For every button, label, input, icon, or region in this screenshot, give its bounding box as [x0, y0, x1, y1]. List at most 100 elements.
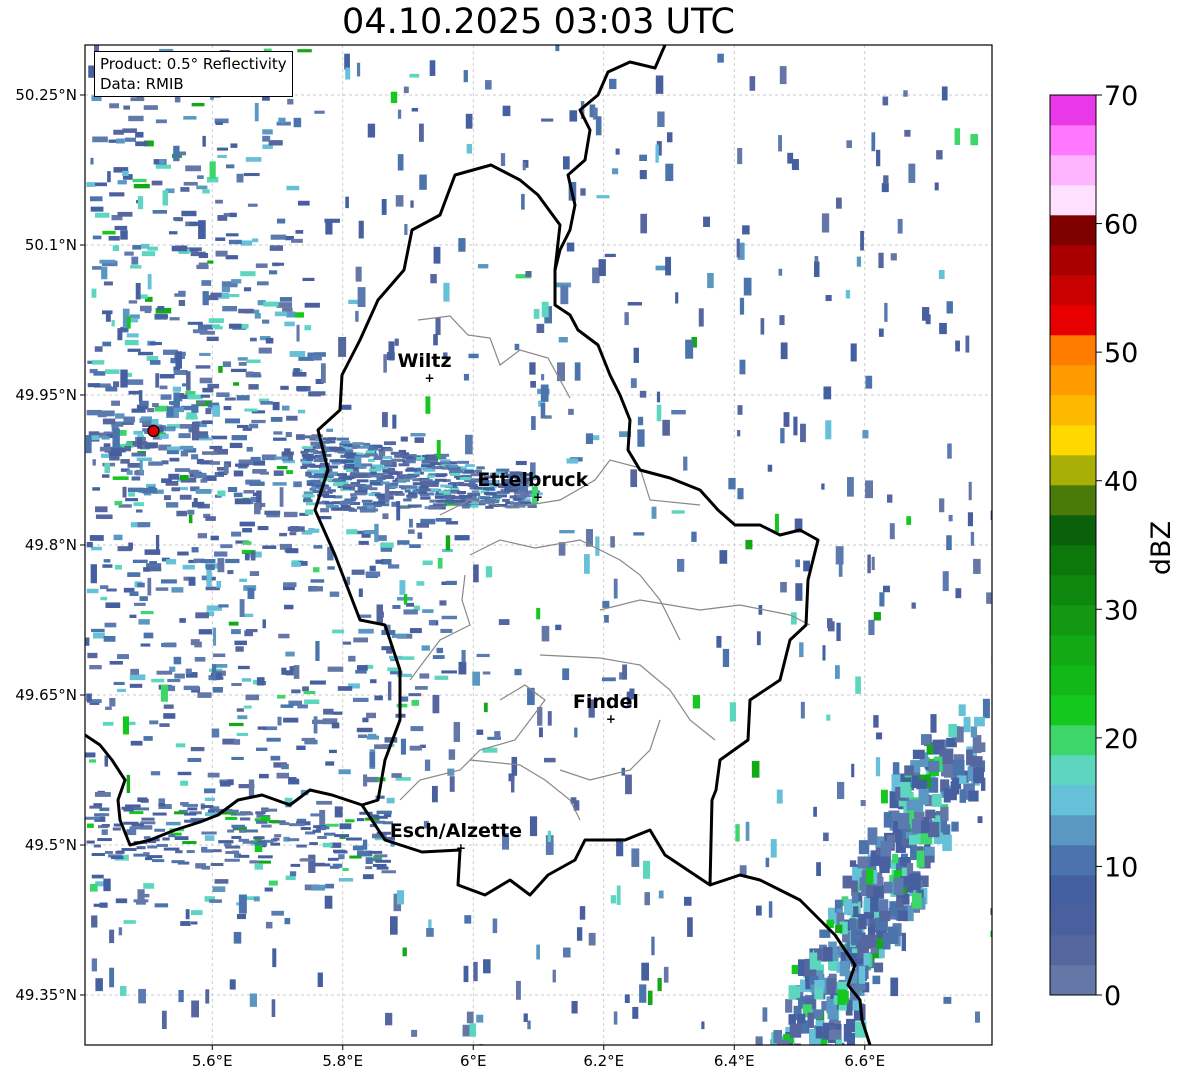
echo-cell: [136, 846, 146, 850]
echo-cell: [342, 641, 352, 645]
echo-cell: [388, 471, 400, 475]
echo-cell: [113, 381, 120, 388]
echo-cell: [409, 73, 420, 78]
echo-cell: [86, 840, 95, 844]
echo-cell: [118, 927, 123, 936]
echo-cell: [579, 906, 586, 920]
echo-cell: [183, 685, 200, 691]
echo-cell: [92, 266, 102, 270]
echo-cell: [283, 582, 297, 588]
echo-cell: [194, 641, 202, 648]
echo-cell: [911, 893, 922, 909]
echo-cell: [438, 490, 451, 494]
echo-cell: [351, 445, 361, 449]
echo-cell: [472, 671, 481, 686]
echo-cell: [762, 1007, 768, 1022]
echo-cell: [823, 947, 833, 962]
echo-cell: [174, 468, 190, 472]
echo-cell: [908, 163, 916, 183]
echo-cell: [458, 238, 466, 252]
echo-cell: [158, 802, 166, 807]
echo-cell: [651, 506, 657, 519]
echo-cell: [525, 271, 532, 278]
echo-cell: [138, 351, 154, 356]
echo-cell: [149, 360, 161, 365]
echo-cell: [477, 264, 489, 269]
echo-cell: [560, 285, 569, 305]
echo-cell: [233, 382, 240, 386]
echo-cell: [133, 183, 150, 189]
echo-cell: [756, 905, 762, 916]
echo-cell: [121, 847, 137, 851]
echo-cell: [502, 105, 511, 117]
echo-cell: [492, 495, 502, 499]
echo-cell: [261, 319, 270, 324]
echo-cell: [262, 619, 266, 629]
echo-cell: [300, 465, 308, 469]
echo-cell: [103, 635, 116, 642]
echo-cell: [143, 567, 151, 572]
echo-cell: [103, 281, 113, 286]
echo-cell: [141, 487, 158, 494]
y-tick-label: 49.8°N: [25, 536, 77, 554]
echo-cell: [381, 198, 387, 215]
echo-cell: [749, 76, 756, 91]
echo-cell: [795, 559, 801, 568]
echo-cell: [195, 365, 211, 369]
echo-cell: [141, 243, 150, 249]
echo-cell: [243, 705, 252, 709]
echo-cell: [143, 883, 155, 889]
echo-cell: [186, 371, 191, 391]
echo-cell: [216, 467, 225, 471]
echo-cell: [225, 164, 235, 169]
echo-cell: [656, 404, 662, 422]
echo-cell: [135, 282, 141, 300]
echo-cell: [737, 405, 743, 415]
echo-cell: [128, 115, 144, 122]
echo-cell: [189, 248, 199, 252]
echo-cell: [113, 681, 125, 686]
echo-cell: [416, 522, 430, 528]
echo-cell: [396, 703, 408, 708]
echo-cell: [151, 678, 165, 683]
echo-cell: [858, 966, 866, 984]
echo-cell: [601, 677, 616, 682]
echo-cell: [884, 302, 888, 322]
echo-cell: [187, 394, 203, 400]
echo-cell: [403, 609, 418, 615]
echo-cell: [768, 901, 773, 918]
echo-cell: [990, 908, 992, 915]
echo-cell: [363, 529, 375, 535]
echo-cell: [191, 454, 199, 460]
echo-cell: [304, 302, 320, 308]
echo-cell: [166, 450, 179, 455]
echo-cell: [162, 837, 170, 841]
city-label: Esch/Alzette: [390, 820, 522, 842]
echo-cell: [897, 910, 908, 922]
echo-cell: [242, 528, 253, 533]
echo-cell: [879, 910, 891, 922]
echo-cell: [166, 406, 174, 417]
echo-cell: [485, 80, 492, 90]
echo-cell: [939, 322, 947, 335]
echo-cell: [414, 686, 428, 690]
echo-cell: [231, 435, 248, 441]
echo-cell: [149, 342, 162, 346]
echo-cell: [254, 103, 259, 122]
echo-cell: [234, 498, 251, 505]
echo-cell: [338, 854, 345, 860]
echo-cell: [285, 875, 296, 881]
echo-cell: [340, 501, 354, 505]
echo-cell: [816, 862, 821, 877]
echo-cell: [195, 489, 212, 494]
echo-cell: [373, 457, 383, 461]
echo-cell: [302, 277, 315, 282]
colorbar-swatch: [1050, 455, 1096, 486]
echo-cell: [609, 78, 617, 90]
echo-cell: [231, 756, 244, 761]
echo-cell: [356, 62, 361, 77]
echo-cell: [97, 838, 112, 842]
echo-cell: [130, 740, 143, 746]
echo-cell: [112, 428, 120, 449]
echo-cell: [304, 699, 320, 705]
